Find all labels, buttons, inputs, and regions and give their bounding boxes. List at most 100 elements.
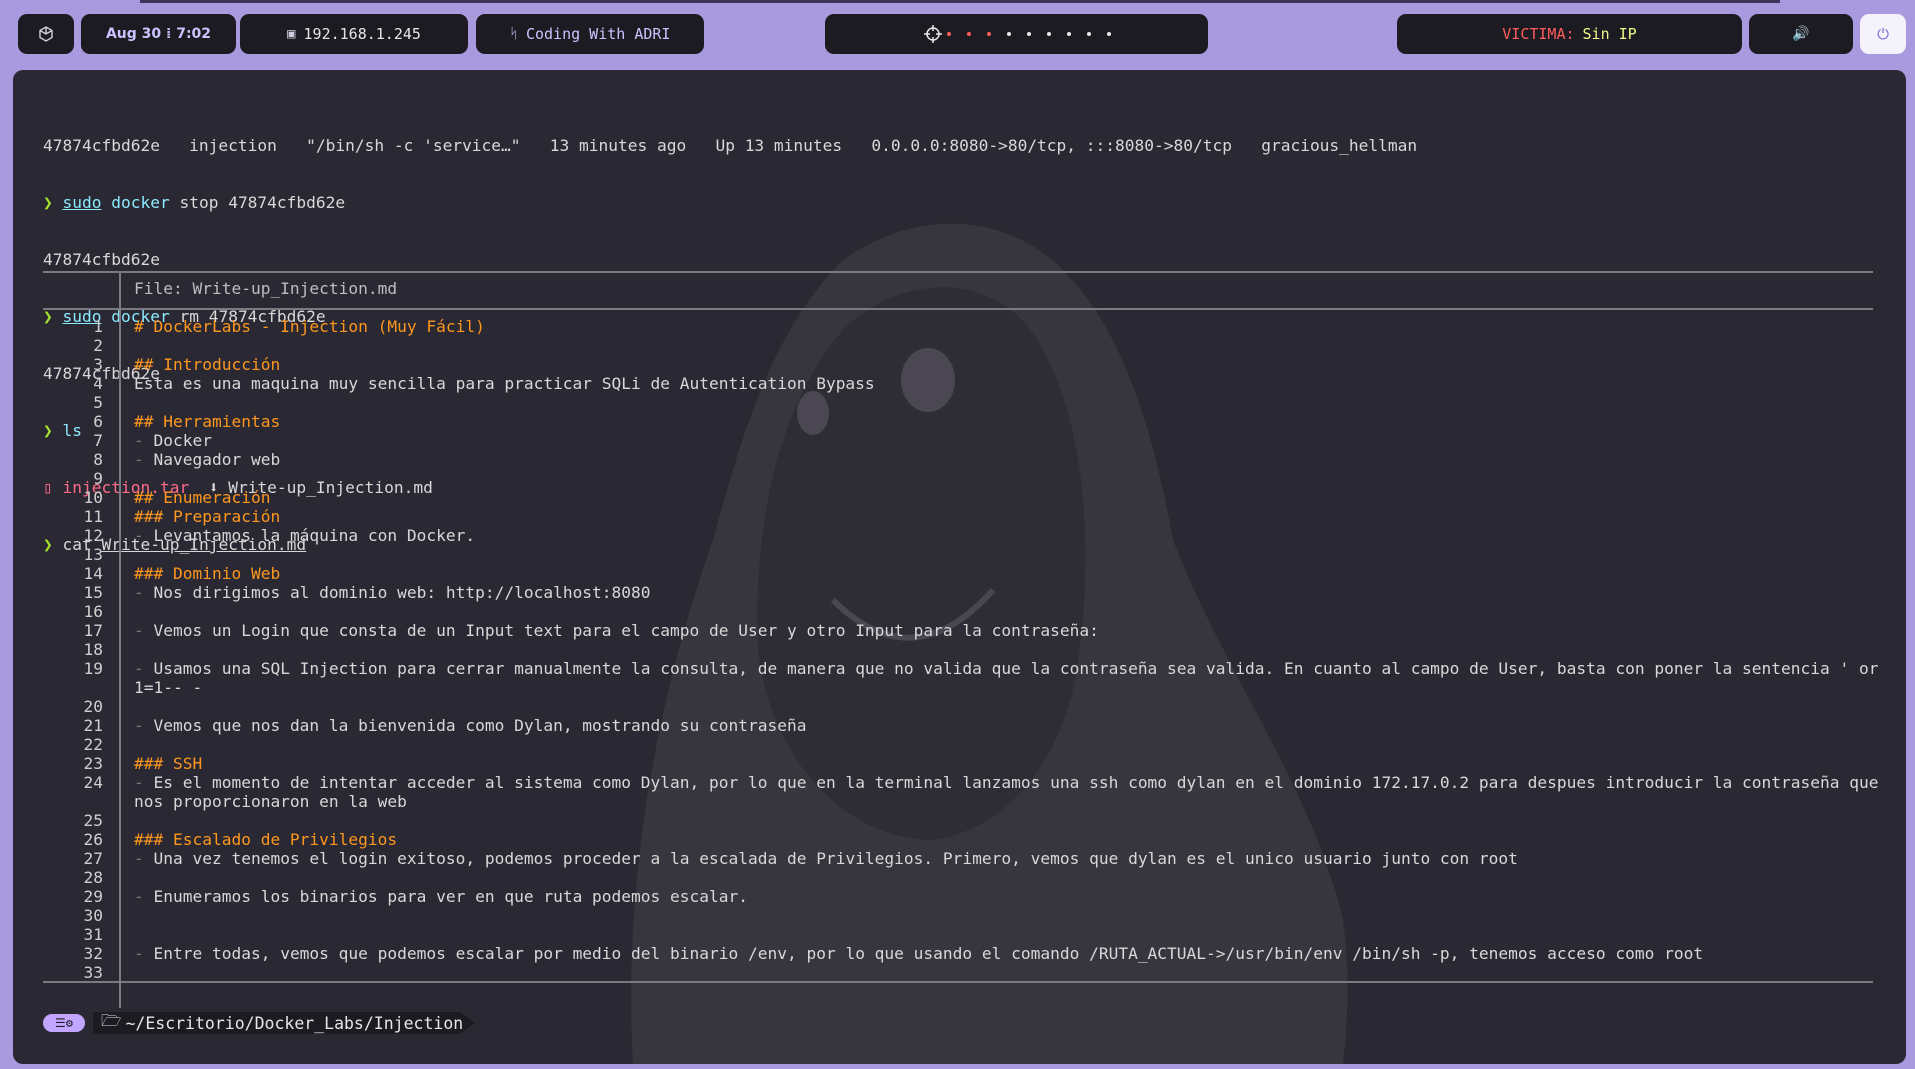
line-number: 1 bbox=[93, 317, 103, 336]
file-top-border bbox=[43, 271, 1873, 273]
line-number: 33 bbox=[83, 963, 104, 982]
list-dash: - bbox=[134, 944, 154, 963]
markdown-heading: ## Introducción bbox=[134, 355, 281, 374]
ip-address: 192.168.1.245 bbox=[303, 25, 421, 43]
gutter-divider bbox=[119, 271, 121, 1008]
line-number: 30 bbox=[83, 906, 104, 925]
workspace-dot-6[interactable] bbox=[1046, 32, 1051, 36]
file-line: - Navegador web bbox=[134, 450, 1879, 469]
line-number: 18 bbox=[83, 640, 104, 659]
line-text: Una vez tenemos el login exitoso, podemo… bbox=[153, 849, 1518, 868]
output-line: 47874cfbd62e injection "/bin/sh -c 'serv… bbox=[43, 136, 1418, 155]
line-number: 31 bbox=[83, 925, 104, 944]
line-number: 28 bbox=[83, 868, 104, 887]
line-number: 20 bbox=[83, 697, 104, 716]
line-number: 9 bbox=[93, 469, 103, 488]
shell-prompt: ☰⚙ 🗁 ~/Escritorio/Docker_Labs/Injection bbox=[43, 1011, 476, 1034]
file-line bbox=[134, 393, 1879, 412]
datetime-widget[interactable]: Aug 30 ⁞ 7:02 bbox=[81, 14, 236, 54]
file-line: ## Enumeración bbox=[134, 488, 1879, 507]
workspace-dot-1[interactable] bbox=[946, 32, 951, 36]
markdown-heading: ### Preparación bbox=[134, 507, 281, 526]
command-docker: docker bbox=[111, 193, 170, 212]
workspace-dots bbox=[946, 32, 1111, 36]
file-header-border bbox=[43, 308, 1873, 310]
cube-icon-glyph bbox=[39, 26, 53, 42]
workspaces-widget[interactable] bbox=[825, 14, 1208, 54]
prompt-badge: ☰⚙ bbox=[43, 1014, 85, 1032]
list-dash: - bbox=[134, 621, 154, 640]
workspace-dot-2[interactable] bbox=[966, 32, 971, 36]
volume-widget[interactable]: 🔊 bbox=[1749, 14, 1853, 54]
file-line: - Nos dirigimos al dominio web: http://l… bbox=[134, 583, 1879, 602]
terminal-window[interactable]: 47874cfbd62e injection "/bin/sh -c 'serv… bbox=[13, 70, 1906, 1064]
project-widget[interactable]: ᛋ Coding With ADRI bbox=[476, 14, 704, 54]
line-number: 17 bbox=[83, 621, 104, 640]
line-number: 14 bbox=[83, 564, 104, 583]
line-number-gutter: 1 2 3 4 5 6 7 8 9 10 11 12 13 14 15 16 17 18 19 20 21 22 23 24 2… bbox=[43, 317, 104, 982]
file-line: # DockerLabs - Injection (Muy Fácil) bbox=[134, 317, 1879, 336]
line-number: 15 bbox=[83, 583, 104, 602]
folder-icon: 🗁 bbox=[100, 1011, 122, 1030]
command-args: stop 47874cfbd62e bbox=[169, 193, 346, 212]
file-line: - Una vez tenemos el login exitoso, pode… bbox=[134, 849, 1879, 868]
command-line: ❯ sudo docker stop 47874cfbd62e bbox=[43, 193, 1888, 212]
ip-widget[interactable]: ▣ 192.168.1.245 bbox=[240, 14, 468, 54]
file-line: - Es el momento de intentar acceder al s… bbox=[134, 773, 1879, 811]
list-dash: - bbox=[134, 716, 154, 735]
line-number: 10 bbox=[83, 488, 104, 507]
branch-icon: ᛋ bbox=[509, 26, 518, 42]
power-icon: ⏻ bbox=[1877, 25, 1889, 43]
workspace-dot-3[interactable] bbox=[986, 32, 991, 36]
file-line: ### Preparación bbox=[134, 507, 1879, 526]
list-dash: - bbox=[134, 583, 154, 602]
file-line bbox=[134, 963, 1879, 982]
workspace-dot-4[interactable] bbox=[1006, 32, 1011, 36]
line-number: 6 bbox=[93, 412, 103, 431]
file-line bbox=[134, 336, 1879, 355]
line-text: Navegador web bbox=[153, 450, 281, 469]
line-number: 26 bbox=[83, 830, 104, 849]
line-number: 3 bbox=[93, 355, 103, 374]
line-number: 8 bbox=[93, 450, 103, 469]
line-text: Usamos una SQL Injection para cerrar man… bbox=[134, 659, 1889, 697]
monitor-icon: ▣ bbox=[287, 26, 296, 42]
list-dash: - bbox=[134, 431, 154, 450]
file-line: - Usamos una SQL Injection para cerrar m… bbox=[134, 659, 1879, 697]
list-dash: - bbox=[134, 659, 154, 678]
cwd-path: ~/Escritorio/Docker_Labs/Injection bbox=[125, 1013, 464, 1033]
line-number: 32 bbox=[83, 944, 104, 963]
line-number: 5 bbox=[93, 393, 103, 412]
target-widget[interactable]: VICTIMA: Sin IP bbox=[1397, 14, 1742, 54]
crosshair-icon[interactable] bbox=[923, 24, 943, 44]
line-number: 25 bbox=[83, 811, 104, 830]
datetime-text: Aug 30 ⁞ 7:02 bbox=[105, 26, 212, 42]
line-text: Es el momento de intentar acceder al sis… bbox=[134, 773, 1889, 811]
line-text: Esta es una maquina muy sencilla para pr… bbox=[134, 374, 875, 393]
markdown-heading: ### Escalado de Privilegios bbox=[134, 830, 398, 849]
workspace-dot-5[interactable] bbox=[1026, 32, 1031, 36]
power-button[interactable]: ⏻ bbox=[1860, 14, 1906, 54]
file-line bbox=[134, 545, 1879, 564]
line-text: Entre todas, vemos que podemos escalar p… bbox=[153, 944, 1704, 963]
workspace-dot-9[interactable] bbox=[1106, 32, 1111, 36]
top-accent-line bbox=[140, 0, 1780, 3]
file-line bbox=[134, 811, 1879, 830]
line-number: 13 bbox=[83, 545, 104, 564]
file-line bbox=[134, 640, 1879, 659]
command-sudo: sudo bbox=[62, 193, 102, 212]
line-text: Enumeramos los binarios para ver en que … bbox=[153, 887, 749, 906]
workspace-dot-7[interactable] bbox=[1066, 32, 1071, 36]
file-line: ### Escalado de Privilegios bbox=[134, 830, 1879, 849]
list-dash: - bbox=[134, 887, 154, 906]
line-text: Docker bbox=[153, 431, 212, 450]
file-line: Esta es una maquina muy sencilla para pr… bbox=[134, 374, 1879, 393]
target-value: Sin IP bbox=[1582, 25, 1637, 43]
cube-icon[interactable] bbox=[18, 14, 74, 54]
line-text: Nos dirigimos al dominio web: http://loc… bbox=[153, 583, 651, 602]
workspace-dot-8[interactable] bbox=[1086, 32, 1091, 36]
file-line: ### SSH bbox=[134, 754, 1879, 773]
file-line bbox=[134, 697, 1879, 716]
list-dash: - bbox=[134, 849, 154, 868]
file-content: # DockerLabs - Injection (Muy Fácil) ## I… bbox=[134, 317, 1879, 982]
